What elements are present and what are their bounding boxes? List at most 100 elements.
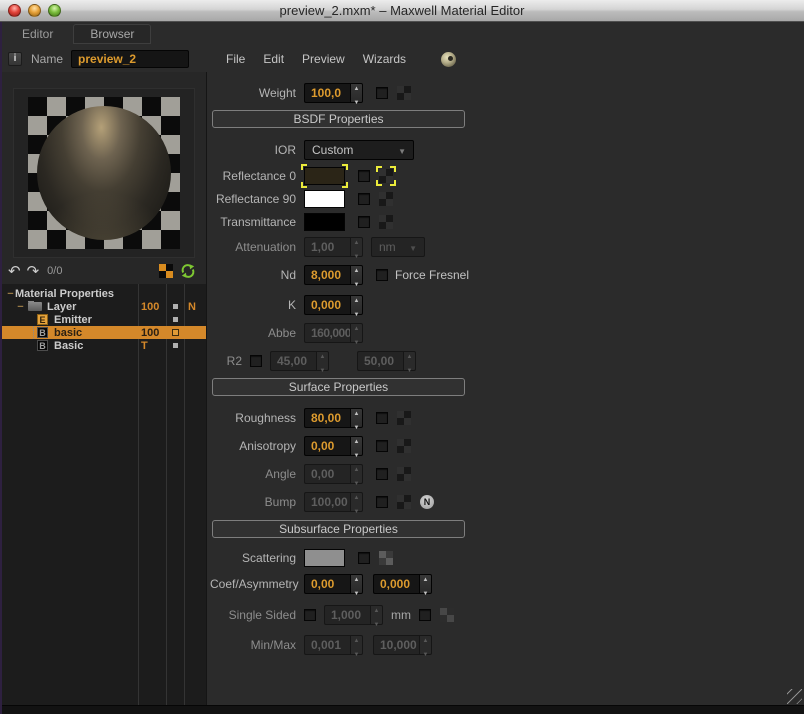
spin-up-icon[interactable] [354,570,360,584]
angle-map-checkbox[interactable] [376,467,388,480]
window-titlebar[interactable]: preview_2.mxm* – Maxwell Material Editor [0,0,804,22]
spin-up-icon[interactable] [354,460,360,474]
tree-row-basic[interactable]: B Basic T [0,339,206,352]
tree-row-emitter[interactable]: E Emitter [0,313,206,326]
r2-max-spinbox[interactable]: 50,00 [357,350,416,371]
spin-down-icon[interactable] [354,93,360,107]
zoom-button[interactable] [48,4,61,17]
spin-up-icon[interactable] [354,79,360,93]
spin-down-icon[interactable] [320,361,326,375]
material-ball-icon[interactable] [441,51,457,67]
spin-down-icon[interactable] [354,247,360,261]
spin-down-icon[interactable] [354,502,360,516]
spin-down-icon[interactable] [423,645,429,659]
tab-browser[interactable]: Browser [73,24,152,44]
anisotropy-texture-icon[interactable] [397,438,411,453]
visibility-dot[interactable] [171,329,179,336]
ior-dropdown[interactable]: Custom [304,139,414,160]
tree-row-material-properties[interactable]: Material Properties [0,287,206,300]
roughness-map-checkbox[interactable] [376,411,388,424]
resize-grip[interactable] [787,689,802,704]
spin-down-icon[interactable] [354,275,360,289]
tab-editor[interactable]: Editor [8,25,67,43]
max-spinbox[interactable]: 10,000 [373,634,432,655]
spin-up-icon[interactable] [354,291,360,305]
refresh-icon[interactable] [180,263,196,279]
spin-up-icon[interactable] [374,601,380,615]
bump-map-checkbox[interactable] [376,495,388,508]
roughness-texture-icon[interactable] [397,410,411,425]
angle-spinbox[interactable]: 0,00 [304,463,363,484]
nd-spinbox[interactable]: 8,000 [304,264,363,285]
scattering-texture-icon[interactable] [379,551,393,565]
spin-up-icon[interactable] [320,347,326,361]
material-name-input[interactable]: preview_2 [71,50,190,68]
abbe-spinbox[interactable]: 160,000 [304,322,363,343]
menu-preview[interactable]: Preview [293,52,354,66]
spin-up-icon[interactable] [354,404,360,418]
redo-icon[interactable]: ↷ [27,264,40,279]
reflectance90-texture-icon[interactable] [379,192,393,206]
transmittance-texture-icon[interactable] [379,215,393,229]
angle-texture-icon[interactable] [397,466,411,481]
weight-texture-icon[interactable] [397,85,411,100]
r2-checkbox[interactable] [250,354,262,367]
attenuation-unit-dropdown[interactable]: nm [371,236,425,257]
visibility-dot[interactable] [172,317,178,322]
force-fresnel-checkbox[interactable] [376,268,388,281]
weight-map-checkbox[interactable] [376,86,388,99]
tree-row-layer[interactable]: Layer 100 N [0,300,206,313]
anisotropy-spinbox[interactable]: 0,00 [304,435,363,456]
scattering-map-checkbox[interactable] [358,552,370,564]
min-spinbox[interactable]: 0,001 [304,634,363,655]
tree-row-basic-selected[interactable]: B basic 100 [0,326,206,339]
reflectance0-color-swatch[interactable] [304,167,345,185]
spin-up-icon[interactable] [423,631,429,645]
collapse-icon[interactable] [6,288,15,300]
attenuation-spinbox[interactable]: 1,00 [304,236,363,257]
single-sided-texture-icon[interactable] [440,607,454,622]
visibility-dot[interactable] [172,343,178,348]
spin-down-icon[interactable] [354,474,360,488]
close-button[interactable] [8,4,21,17]
single-sided-checkbox[interactable] [304,608,316,621]
anisotropy-map-checkbox[interactable] [376,439,388,452]
spin-down-icon[interactable] [354,333,360,347]
spin-up-icon[interactable] [354,319,360,333]
coef-spinbox[interactable]: 0,00 [304,573,363,594]
single-sided-map-checkbox[interactable] [419,608,431,621]
spin-down-icon[interactable] [354,645,360,659]
collapse-icon[interactable] [16,301,25,313]
single-sided-spinbox[interactable]: 1,000 [324,604,383,625]
spin-down-icon[interactable] [354,446,360,460]
texture-checker-icon[interactable] [159,264,173,278]
spin-up-icon[interactable] [407,347,413,361]
bump-texture-icon[interactable] [397,494,411,509]
r2-min-spinbox[interactable]: 45,00 [270,350,329,371]
menu-wizards[interactable]: Wizards [354,52,415,66]
undo-icon[interactable]: ↶ [8,264,21,279]
reflectance90-map-checkbox[interactable] [358,193,370,205]
scattering-color-swatch[interactable] [304,549,345,567]
info-icon[interactable]: i [8,52,22,66]
spin-up-icon[interactable] [354,233,360,247]
menu-file[interactable]: File [217,52,254,66]
spin-down-icon[interactable] [354,584,360,598]
weight-spinbox[interactable]: 100,0 [304,82,363,103]
spin-down-icon[interactable] [407,361,413,375]
spin-down-icon[interactable] [423,584,429,598]
reflectance90-color-swatch[interactable] [304,190,345,208]
k-spinbox[interactable]: 0,000 [304,294,363,315]
spin-up-icon[interactable] [354,488,360,502]
reflectance0-map-checkbox[interactable] [358,170,370,182]
transmittance-map-checkbox[interactable] [358,216,370,228]
spin-up-icon[interactable] [354,631,360,645]
roughness-spinbox[interactable]: 80,00 [304,407,363,428]
spin-up-icon[interactable] [354,432,360,446]
visibility-dot[interactable] [172,304,178,309]
spin-down-icon[interactable] [354,418,360,432]
menu-edit[interactable]: Edit [254,52,293,66]
transmittance-color-swatch[interactable] [304,213,345,231]
spin-up-icon[interactable] [423,570,429,584]
spin-down-icon[interactable] [374,615,380,629]
